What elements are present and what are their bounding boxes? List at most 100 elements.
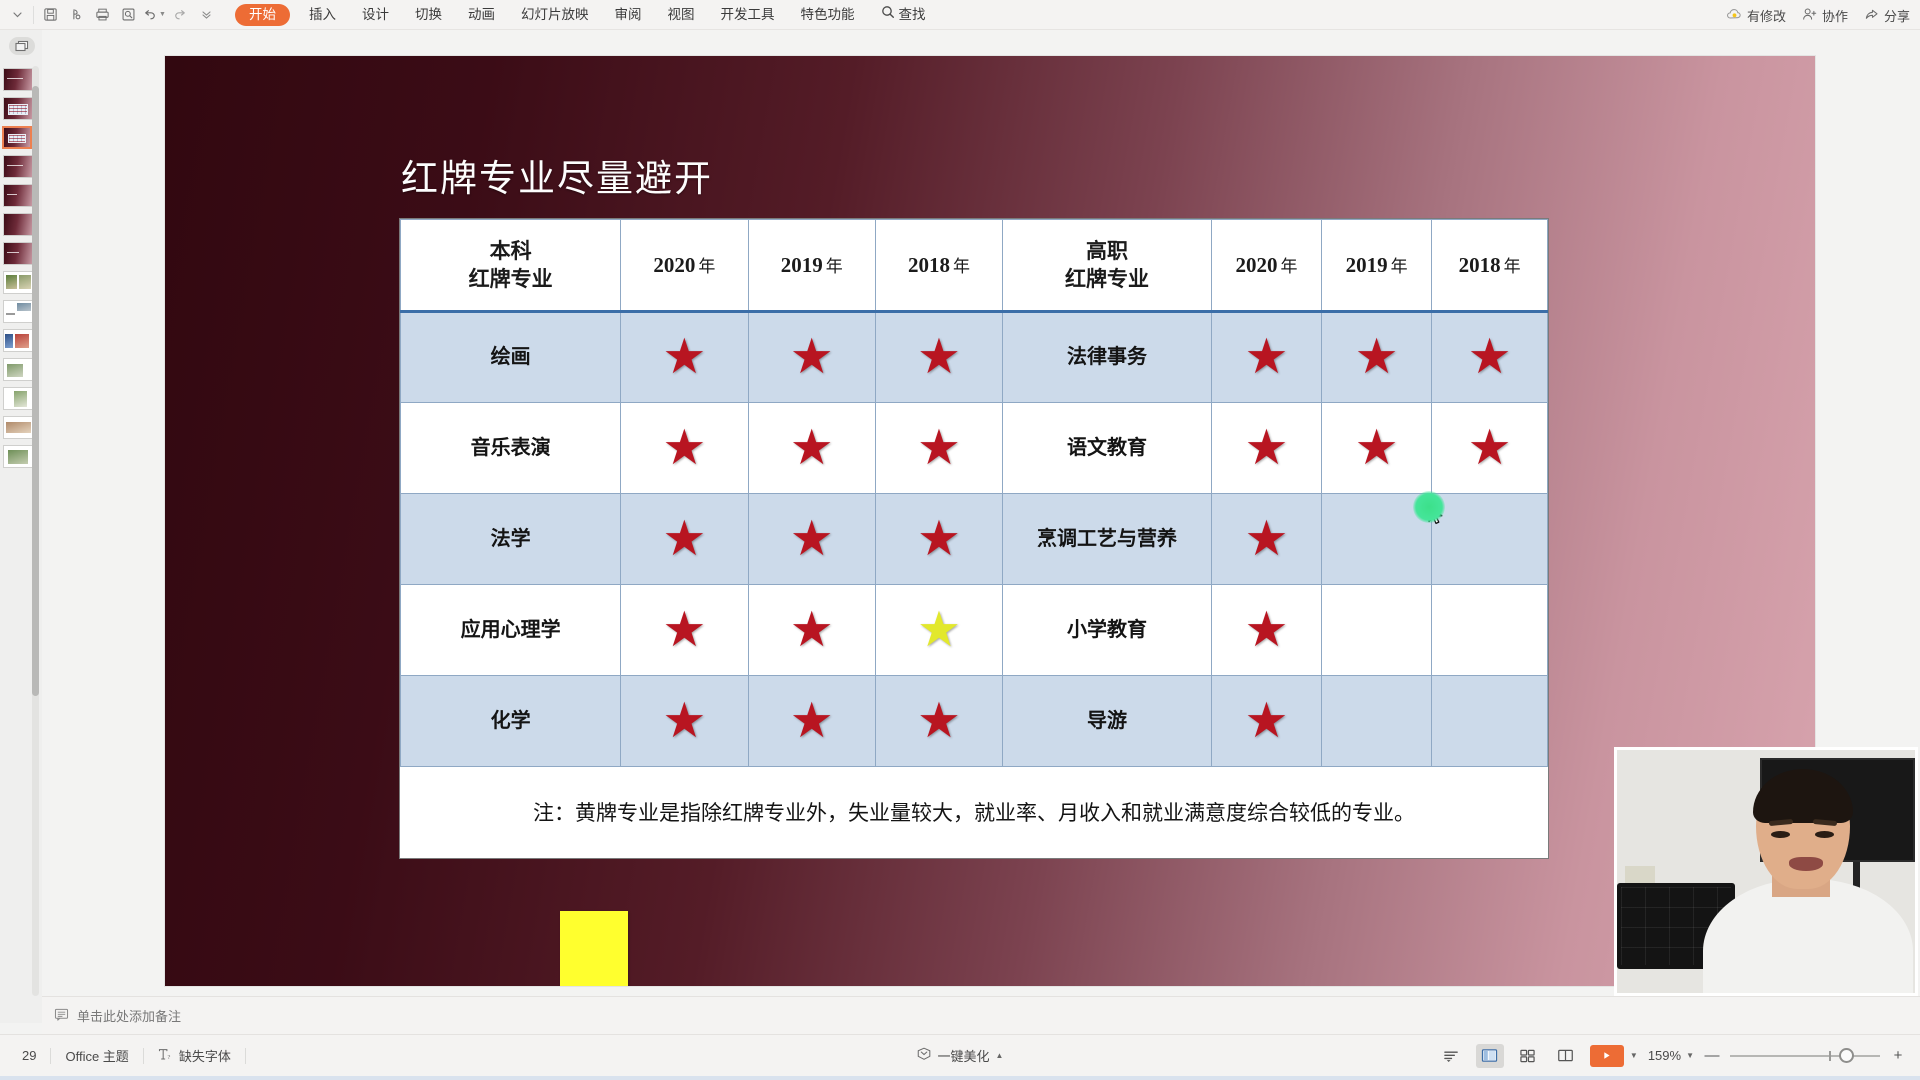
thumbnail-1[interactable] xyxy=(3,68,33,91)
beautify-caret-icon[interactable]: ▲ xyxy=(996,1051,1004,1060)
save-icon[interactable] xyxy=(37,2,63,28)
cell-star: ★ xyxy=(1210,311,1323,403)
cell-star: ★ xyxy=(1321,402,1433,494)
zoom-out-button[interactable]: — xyxy=(1704,1047,1720,1064)
share-button[interactable]: 分享 xyxy=(1864,6,1910,25)
normal-view-button[interactable] xyxy=(1475,1043,1504,1068)
star-icon-red: ★ xyxy=(917,511,961,566)
tab-transitions[interactable]: 切换 xyxy=(402,0,455,30)
tab-developer-tools[interactable]: 开发工具 xyxy=(708,0,788,30)
tab-animations[interactable]: 动画 xyxy=(455,0,508,30)
undo-dropdown-caret-icon[interactable]: ▼ xyxy=(159,11,166,18)
thumbnail-8[interactable] xyxy=(3,271,33,294)
cell-undergrad-major: 化学 xyxy=(399,675,622,767)
webcam-overlay[interactable] xyxy=(1614,747,1918,996)
tab-review[interactable]: 审阅 xyxy=(602,0,655,30)
tab-slideshow[interactable]: 幻灯片放映 xyxy=(508,0,602,30)
notes-placeholder-label: 单击此处添加备注 xyxy=(77,1009,182,1024)
tab-view[interactable]: 视图 xyxy=(655,0,708,30)
cloud-modified-label: 有修改 xyxy=(1746,8,1786,24)
print-preview-icon[interactable] xyxy=(115,2,141,28)
missing-font-warning[interactable]: ? 缺失字体 xyxy=(144,1046,245,1065)
theme-name[interactable]: Office 主题 xyxy=(51,1046,142,1065)
table-row[interactable]: 应用心理学 ★ ★ ★ 小学教育 ★ xyxy=(399,584,1548,676)
start-slideshow-button[interactable] xyxy=(1589,1044,1624,1067)
slide-sorter-button[interactable] xyxy=(1514,1044,1542,1068)
more-qat-icon[interactable] xyxy=(193,2,219,28)
zoom-slider[interactable] xyxy=(1730,1047,1880,1063)
webcam-person-mouth xyxy=(1789,857,1823,871)
thumbnail-5[interactable] xyxy=(3,184,33,207)
wps-presentation-window: ▼ 开始 插入 设计 切换 动画 幻灯片放映 审阅 视图 开发工具 特色功能 查… xyxy=(0,0,1920,1080)
cell-star: ★ xyxy=(620,493,749,585)
slideshow-dropdown-caret-icon[interactable]: ▼ xyxy=(1630,1051,1638,1060)
cloud-sync-icon[interactable] xyxy=(63,2,89,28)
cell-empty xyxy=(1431,675,1548,767)
tab-insert[interactable]: 插入 xyxy=(296,0,349,30)
cloud-modified-button[interactable]: 有修改 xyxy=(1726,6,1786,25)
tab-find[interactable]: 查找 xyxy=(868,0,939,30)
header-vocational-2019-year: 2019 xyxy=(1345,252,1388,277)
cell-star: ★ xyxy=(620,675,749,767)
thumbnail-12[interactable] xyxy=(3,387,33,410)
thumbnail-14[interactable] xyxy=(3,445,33,468)
table-row[interactable]: 绘画 ★ ★ ★ 法律事务 ★ ★ ★ xyxy=(399,311,1548,403)
reading-view-button[interactable] xyxy=(1552,1044,1580,1068)
thumbnail-4[interactable] xyxy=(3,155,33,178)
print-icon[interactable] xyxy=(89,2,115,28)
status-bar-left: 29 Office 主题 ? 缺失字体 xyxy=(0,1035,246,1077)
cell-star: ★ xyxy=(1210,402,1323,494)
zoom-level-label[interactable]: 159% xyxy=(1648,1048,1681,1063)
table-row[interactable]: 法学 ★ ★ ★ 烹调工艺与营养 ★ xyxy=(399,493,1548,585)
svg-text:?: ? xyxy=(167,1054,170,1061)
header-undergrad-2020-unit: 年 xyxy=(698,256,716,276)
current-slide[interactable]: 红牌专业尽量避开 本科 红牌专业 2020 年 2019 年 2018 年 高职… xyxy=(165,56,1815,986)
tab-design[interactable]: 设计 xyxy=(349,0,402,30)
cell-star: ★ xyxy=(747,493,876,585)
slide-title[interactable]: 红牌专业尽量避开 xyxy=(401,148,713,202)
collaborate-button[interactable]: 协作 xyxy=(1802,6,1848,25)
slide-panel-toggle-icon[interactable] xyxy=(9,37,35,55)
star-icon-red: ★ xyxy=(1244,693,1289,748)
header-undergrad-2020-year: 2020 xyxy=(653,252,696,277)
mouse-cursor xyxy=(1413,491,1457,535)
star-icon-red: ★ xyxy=(917,693,961,748)
zoom-in-button[interactable]: + xyxy=(1890,1047,1906,1064)
notes-pane[interactable]: 单击此处添加备注 xyxy=(42,996,1920,1034)
thumbnail-11[interactable] xyxy=(3,358,33,381)
header-undergrad-2020: 2020 年 xyxy=(620,219,749,313)
cell-undergrad-major: 绘画 xyxy=(399,311,622,403)
thumbnail-2[interactable] xyxy=(3,97,33,120)
star-icon-red: ★ xyxy=(662,602,707,657)
quick-access-toolbar: ▼ xyxy=(0,0,219,30)
header-vocational-line2: 红牌专业 xyxy=(1065,267,1150,291)
thumbnail-scrollbar-thumb[interactable] xyxy=(32,86,39,696)
tab-special-features[interactable]: 特色功能 xyxy=(788,0,868,30)
thumbnail-9[interactable] xyxy=(3,300,33,323)
thumbnail-6[interactable] xyxy=(3,213,33,236)
cloud-modified-icon xyxy=(1726,7,1743,24)
undo-icon[interactable]: ▼ xyxy=(141,2,167,28)
table-row[interactable]: 音乐表演 ★ ★ ★ 语文教育 ★ ★ ★ xyxy=(399,402,1548,494)
zoom-slider-handle[interactable] xyxy=(1839,1047,1854,1063)
redo-icon[interactable] xyxy=(167,2,193,28)
yellow-rectangle-shape[interactable] xyxy=(560,911,628,986)
notes-placeholder[interactable]: 单击此处添加备注 xyxy=(54,1006,181,1025)
cell-vocational-major: 语文教育 xyxy=(1002,402,1212,494)
notes-icon xyxy=(54,1008,69,1024)
red-card-majors-table[interactable]: 本科 红牌专业 2020 年 2019 年 2018 年 高职 红牌专业 202… xyxy=(399,218,1549,859)
thumbnail-13[interactable] xyxy=(3,416,33,439)
thumbnail-7[interactable] xyxy=(3,242,33,265)
thumbnail-3-selected[interactable] xyxy=(2,126,32,149)
cell-star: ★ xyxy=(1431,311,1548,403)
outline-view-button[interactable] xyxy=(1438,1044,1466,1068)
cell-star: ★ xyxy=(874,584,1004,676)
zoom-dropdown-caret-icon[interactable]: ▼ xyxy=(1686,1051,1694,1060)
star-icon-red: ★ xyxy=(789,693,834,748)
missing-font-label: 缺失字体 xyxy=(178,1049,231,1064)
table-row[interactable]: 化学 ★ ★ ★ 导游 ★ xyxy=(399,675,1548,767)
beautify-button[interactable]: 一键美化 ▲ xyxy=(917,1046,1004,1065)
thumbnail-10[interactable] xyxy=(3,329,33,352)
tab-home[interactable]: 开始 xyxy=(235,3,290,26)
menu-chevron-icon[interactable] xyxy=(4,2,30,28)
